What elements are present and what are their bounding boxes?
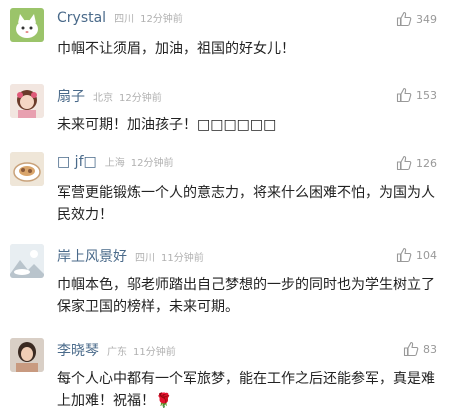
avatar[interactable] [10,8,44,42]
username[interactable]: 扇子 [57,86,85,106]
location: 四川 [135,253,155,264]
thumbs-up-icon [396,247,412,263]
like-button[interactable]: 83 [403,340,437,358]
like-button[interactable]: 126 [396,154,437,172]
username[interactable]: 李晓琴 [57,340,99,360]
timestamp: 11分钟前 [133,347,176,358]
food-avatar-icon [10,152,44,186]
comment-text: 每个人心中都有一个军旅梦，能在工作之后还能参军，真是难上加难！祝福！🌹 [57,371,435,409]
comment-meta: □ jf□ 上海 12分钟前 [57,154,173,174]
thumbs-up-icon [396,87,412,103]
username[interactable]: □ jf□ [57,154,97,170]
woman-avatar-icon [10,338,44,372]
like-count: 349 [416,12,437,26]
avatar[interactable] [10,84,44,118]
timestamp: 12分钟前 [140,14,183,25]
comment-meta: 李晓琴 广东 11分钟前 [57,340,176,360]
comment-list: Crystal 四川 12分钟前 349 巾帼不让须眉，加油，祖国的好女儿！ 扇… [0,0,451,418]
timestamp: 12分钟前 [130,158,174,169]
avatar[interactable] [10,244,44,278]
location: 广东 [107,347,127,358]
comment-text: 未来可期！加油孩子！□□□□□□ [57,117,277,133]
comment-meta: Crystal 四川 12分钟前 [57,10,183,30]
timestamp: 12分钟前 [119,93,162,104]
comment-text: 军营更能锻炼一个人的意志力，将来什么困难不怕，为国为人民效力！ [57,185,435,223]
timestamp: 11分钟前 [161,253,204,264]
like-count: 104 [416,248,437,262]
location: 北京 [93,93,113,104]
cat-avatar-icon [10,8,44,42]
like-count: 153 [416,88,437,102]
like-button[interactable]: 349 [396,10,437,28]
thumbs-up-icon [396,155,412,171]
avatar[interactable] [10,152,44,186]
comment-text: 巾帼不让须眉，加油，祖国的好女儿！ [57,41,295,57]
location: 上海 [104,158,125,169]
location: 四川 [114,14,135,25]
like-button[interactable]: 153 [396,86,437,104]
comment-meta: 岸上风景好 四川 11分钟前 [57,246,204,266]
like-count: 126 [416,156,437,170]
comment-meta: 扇子 北京 12分钟前 [57,86,162,106]
avatar[interactable] [10,338,44,372]
like-button[interactable]: 104 [396,246,437,264]
username[interactable]: 岸上风景好 [57,246,127,266]
like-count: 83 [423,342,437,356]
thumbs-up-icon [403,341,419,357]
girl-avatar-icon [10,84,44,118]
username[interactable]: Crystal [57,10,106,26]
landscape-avatar-icon [10,244,44,278]
comment-text: 巾帼本色，邬老师踏出自己梦想的一步的同时也为学生树立了保家卫国的榜样，未来可期。 [57,277,435,315]
thumbs-up-icon [396,11,412,27]
